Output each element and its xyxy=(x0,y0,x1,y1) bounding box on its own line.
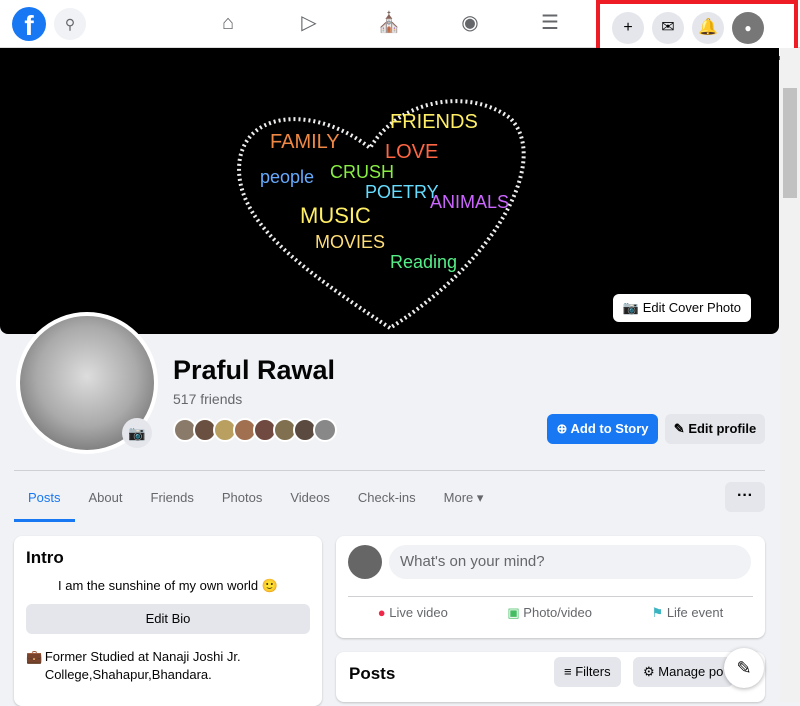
tab-videos[interactable]: Videos xyxy=(276,478,344,522)
cover-word: CRUSH xyxy=(330,162,394,182)
bio-text: I am the sunshine of my own world 🙂 xyxy=(58,578,278,593)
profile-name: Praful Rawal xyxy=(173,355,336,385)
photo-icon: ▣ xyxy=(507,605,520,620)
composer-actions: ● Live video ▣ Photo/video ⚑ Life event xyxy=(348,596,753,621)
live-video-label: Live video xyxy=(389,605,448,620)
cover-word: people xyxy=(260,167,314,187)
scroll-thumb[interactable] xyxy=(783,88,797,198)
briefcase-icon: 💼 xyxy=(26,649,43,664)
cover-word: MUSIC xyxy=(300,203,371,228)
compose-message-button[interactable]: ✎ xyxy=(724,648,764,688)
messenger-icon[interactable]: ✉ xyxy=(652,12,684,44)
marketplace-icon[interactable]: ⛪ xyxy=(376,10,402,36)
create-post-card: What's on your mind? ● Live video ▣ Phot… xyxy=(336,536,765,638)
edit-profile-label: Edit profile xyxy=(688,421,757,436)
home-icon[interactable]: ⌂ xyxy=(215,10,241,36)
manage-posts-label: Manage po xyxy=(658,664,724,679)
tab-friends[interactable]: Friends xyxy=(137,478,208,522)
intro-title: Intro xyxy=(26,548,64,567)
cover-word: MOVIES xyxy=(315,232,385,252)
scrollbar[interactable] xyxy=(780,48,800,702)
cover-photo: FAMILY FRIENDS LOVE people CRUSH POETRY … xyxy=(0,48,779,334)
camera-icon[interactable]: 📷 xyxy=(122,418,152,448)
cover-word: FAMILY xyxy=(270,131,340,153)
edit-cover-photo-button[interactable]: 📷 Edit Cover Photo xyxy=(612,294,751,322)
flag-icon: ⚑ xyxy=(651,605,664,620)
live-video-icon: ● xyxy=(377,605,386,620)
add-to-story-button[interactable]: ⊕ Add to Story xyxy=(547,414,658,444)
edu-prefix: Former Studied at xyxy=(44,649,153,664)
plus-icon[interactable]: + xyxy=(612,12,644,44)
more-options-button[interactable]: ··· xyxy=(725,482,765,512)
watch-icon[interactable]: ▷ xyxy=(296,10,322,36)
menu-icon[interactable]: ☰ xyxy=(537,10,563,36)
tab-about[interactable]: About xyxy=(75,478,137,522)
groups-icon[interactable]: ◉ xyxy=(457,10,483,36)
photo-video-button[interactable]: ▣ Photo/video xyxy=(507,605,592,621)
edit-cover-label: Edit Cover Photo xyxy=(642,300,741,315)
post-composer-input[interactable]: What's on your mind? xyxy=(389,545,751,579)
bell-icon[interactable]: 🔔 xyxy=(692,12,724,44)
tab-posts[interactable]: Posts xyxy=(14,478,75,522)
edit-bio-button[interactable]: Edit Bio xyxy=(26,604,310,634)
live-video-button[interactable]: ● Live video xyxy=(378,605,448,621)
friend-avatars xyxy=(173,418,337,442)
tab-photos[interactable]: Photos xyxy=(208,478,276,522)
posts-title: Posts xyxy=(349,664,396,683)
filters-label: Filters xyxy=(575,664,611,679)
intro-card: Intro I am the sunshine of my own world … xyxy=(14,536,322,706)
cover-word: ANIMALS xyxy=(430,192,509,212)
filters-button[interactable]: ≡ Filters xyxy=(554,657,621,687)
cover-word: Reading xyxy=(390,252,457,272)
education-item: 💼 Former Studied at Nanaji Joshi Jr. Col… xyxy=(26,648,310,684)
photo-video-label: Photo/video xyxy=(523,605,592,620)
avatar[interactable] xyxy=(348,545,382,579)
posts-card: Posts ≡ Filters ⚙ Manage po xyxy=(336,652,765,702)
account-avatar[interactable]: ● xyxy=(732,12,764,44)
divider xyxy=(14,470,765,471)
cover-word: FRIENDS xyxy=(390,111,478,133)
friend-avatar[interactable] xyxy=(313,418,337,442)
cover-word: LOVE xyxy=(385,141,438,163)
heart-artwork: FAMILY FRIENDS LOVE people CRUSH POETRY … xyxy=(237,99,526,331)
life-event-label: Life event xyxy=(666,605,724,620)
profile-tabs: Posts About Friends Photos Videos Check-… xyxy=(14,478,497,522)
search-icon[interactable]: ⚲ xyxy=(54,8,86,40)
edit-profile-button[interactable]: ✎ Edit profile xyxy=(665,414,765,444)
life-event-button[interactable]: ⚑ Life event xyxy=(652,605,724,621)
tab-check-ins[interactable]: Check-ins xyxy=(344,478,430,522)
cover-word: POETRY xyxy=(365,182,439,202)
manage-posts-button[interactable]: ⚙ Manage po xyxy=(633,657,734,687)
add-story-label: Add to Story xyxy=(570,421,649,436)
facebook-logo[interactable]: f xyxy=(12,7,46,41)
tab-more[interactable]: More ▾ xyxy=(430,478,498,522)
friends-count[interactable]: 517 friends xyxy=(173,391,242,407)
